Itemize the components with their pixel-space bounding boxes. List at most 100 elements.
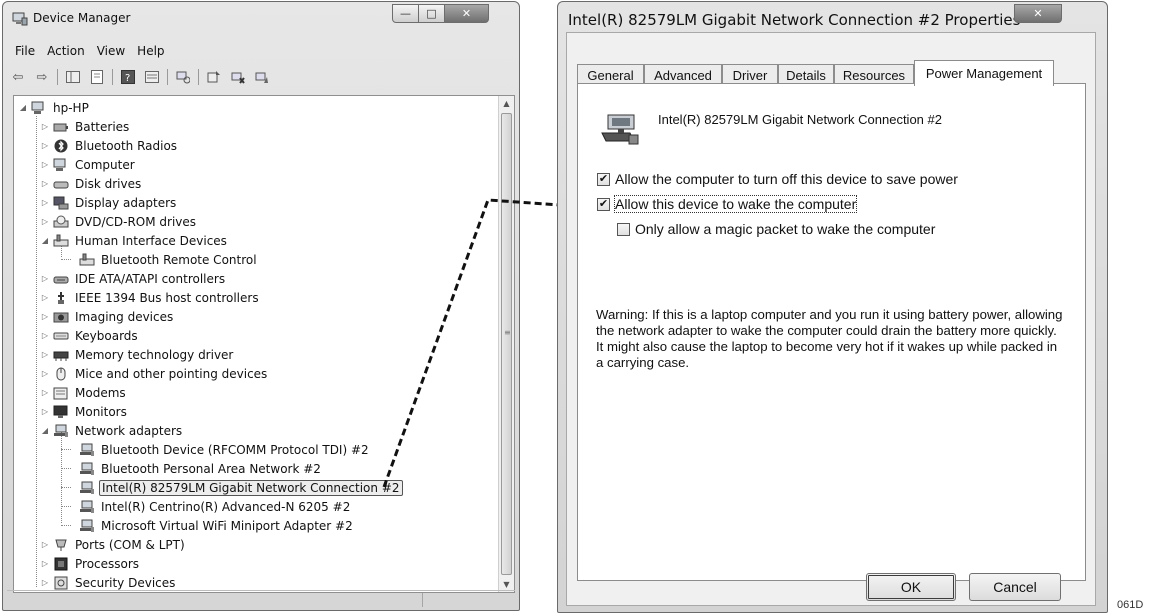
collapse-arrow-icon[interactable]: ◢ (40, 236, 50, 245)
tree-row[interactable]: ▷ Monitors (40, 402, 129, 421)
tab-power-management[interactable]: Power Management (914, 60, 1054, 86)
collapse-arrow-icon[interactable]: ◢ (18, 103, 28, 112)
tree-item-label: Mice and other pointing devices (75, 366, 268, 381)
expand-arrow-icon[interactable]: ▷ (40, 217, 50, 226)
show-hide-tree-icon[interactable] (64, 69, 82, 85)
tree-row[interactable]: ◢ Human Interface Devices (40, 231, 229, 250)
modem-icon (53, 386, 69, 400)
tree-item-label: Modems (75, 385, 126, 400)
tree-row[interactable]: ▷ Batteries (40, 117, 131, 136)
tree-row[interactable]: Microsoft Virtual WiFi Miniport Adapter … (66, 516, 355, 535)
scroll-thumb[interactable]: ≡ (501, 113, 512, 575)
tree-vertical-scrollbar[interactable]: ▲ ≡ ▼ (498, 96, 514, 592)
tree-row[interactable]: Bluetooth Device (RFCOMM Protocol TDI) #… (66, 440, 371, 459)
tree-row[interactable]: ▷ Keyboards (40, 326, 140, 345)
tree-row[interactable]: Bluetooth Remote Control (66, 250, 259, 269)
tree-row[interactable]: ▷ Memory technology driver (40, 345, 235, 364)
tree-row[interactable]: ▷ IEEE 1394 Bus host controllers (40, 288, 261, 307)
menu-action[interactable]: Action (41, 42, 91, 62)
expand-arrow-icon[interactable]: ▷ (40, 179, 50, 188)
expand-arrow-icon[interactable]: ▷ (40, 388, 50, 397)
tree-row[interactable]: ▷ IDE ATA/ATAPI controllers (40, 269, 227, 288)
maximize-button[interactable]: □ (419, 4, 445, 23)
tree-row[interactable]: ◢ hp-HP (18, 98, 91, 117)
close-icon: ✕ (1033, 7, 1043, 20)
menu-help[interactable]: Help (131, 42, 170, 62)
forward-icon[interactable]: ⇨ (33, 69, 51, 85)
help-icon[interactable]: ? (119, 69, 137, 85)
properties-page-icon[interactable] (88, 69, 106, 85)
expand-arrow-icon[interactable]: ▷ (40, 559, 50, 568)
tree-row[interactable]: ▷ Disk drives (40, 174, 143, 193)
tree-row[interactable]: Intel(R) 82579LM Gigabit Network Connect… (66, 478, 403, 497)
expand-arrow-icon[interactable]: ▷ (40, 312, 50, 321)
tab-driver[interactable]: Driver (722, 64, 778, 85)
battery-warning-text: Warning: If this is a laptop computer an… (596, 307, 1063, 370)
device-manager-titlebar[interactable]: Device Manager — □ ✕ (3, 2, 519, 34)
scroll-up-icon[interactable]: ▲ (499, 96, 514, 111)
tree-item-label: Monitors (75, 404, 127, 419)
tree-item-label: Microsoft Virtual WiFi Miniport Adapter … (101, 518, 353, 533)
tree-row[interactable]: ▷ Display adapters (40, 193, 178, 212)
tree-row[interactable]: Bluetooth Personal Area Network #2 (66, 459, 323, 478)
update-driver-icon[interactable] (205, 69, 223, 85)
tree-row[interactable]: ▷ Processors (40, 554, 141, 573)
expand-arrow-icon[interactable]: ▷ (40, 369, 50, 378)
magic-packet-label: Only allow a magic packet to wake the co… (635, 221, 936, 237)
tree-row[interactable]: ▷ DVD/CD-ROM drives (40, 212, 198, 231)
toolbar-separator (198, 69, 199, 85)
tree-line (36, 116, 37, 587)
dialog-close-button[interactable]: ✕ (1014, 4, 1062, 23)
tree-row[interactable]: ▷ Bluetooth Radios (40, 136, 179, 155)
menu-view[interactable]: View (91, 42, 131, 62)
tree-row[interactable]: ▷ Imaging devices (40, 307, 175, 326)
collapse-arrow-icon[interactable]: ◢ (40, 426, 50, 435)
tree-row[interactable]: Intel(R) Centrino(R) Advanced-N 6205 #2 (66, 497, 352, 516)
cancel-button[interactable]: Cancel (969, 573, 1061, 601)
expand-arrow-icon[interactable]: ▷ (40, 198, 50, 207)
expand-arrow-icon[interactable]: ▷ (40, 407, 50, 416)
tree-row[interactable]: ▷ Ports (COM & LPT) (40, 535, 187, 554)
tab-details[interactable]: Details (778, 64, 834, 85)
allow-turn-off-label: Allow the computer to turn off this devi… (615, 171, 958, 187)
disable-device-icon[interactable] (229, 69, 247, 85)
expand-arrow-icon[interactable]: ▷ (40, 331, 50, 340)
minimize-button[interactable]: — (392, 4, 419, 23)
magic-packet-checkbox[interactable] (617, 222, 630, 236)
toolbar-separator (167, 69, 168, 85)
tree-row[interactable]: ▷ Modems (40, 383, 128, 402)
tab-resources[interactable]: Resources (834, 64, 914, 85)
scan-hardware-icon[interactable] (174, 69, 192, 85)
expand-arrow-icon[interactable]: ▷ (40, 274, 50, 283)
ok-button[interactable]: OK (866, 573, 956, 601)
view-list-icon[interactable] (143, 69, 161, 85)
allow-wake-checkbox-row[interactable]: ✔ Allow this device to wake the computer (597, 195, 858, 213)
tree-item-label: Keyboards (75, 328, 138, 343)
toolbar-separator (112, 69, 113, 85)
allow-turn-off-checkbox[interactable]: ✔ (597, 172, 610, 186)
back-icon[interactable]: ⇦ (9, 69, 27, 85)
port-icon (53, 538, 69, 552)
network-adapter-icon (79, 519, 95, 533)
close-button[interactable]: ✕ (445, 4, 489, 23)
tree-row[interactable]: ▷ Computer (40, 155, 137, 174)
expand-arrow-icon[interactable]: ▷ (40, 141, 50, 150)
tree-item-label-selected: Intel(R) 82579LM Gigabit Network Connect… (99, 479, 403, 496)
allow-wake-checkbox[interactable]: ✔ (597, 197, 610, 211)
expand-arrow-icon[interactable]: ▷ (40, 350, 50, 359)
tree-row[interactable]: ▷ Mice and other pointing devices (40, 364, 269, 383)
battery-icon (53, 120, 69, 134)
expand-arrow-icon[interactable]: ▷ (40, 540, 50, 549)
menu-file[interactable]: File (9, 42, 41, 62)
allow-turn-off-checkbox-row[interactable]: ✔ Allow the computer to turn off this de… (597, 171, 958, 187)
tree-item-label: Bluetooth Personal Area Network #2 (101, 461, 321, 476)
magic-packet-checkbox-row[interactable]: Only allow a magic packet to wake the co… (617, 221, 935, 237)
tab-advanced[interactable]: Advanced (644, 64, 722, 85)
expand-arrow-icon[interactable]: ▷ (40, 293, 50, 302)
expand-arrow-icon[interactable]: ▷ (40, 578, 50, 587)
tree-row[interactable]: ◢ Network adapters (40, 421, 184, 440)
uninstall-device-icon[interactable] (253, 69, 271, 85)
expand-arrow-icon[interactable]: ▷ (40, 122, 50, 131)
expand-arrow-icon[interactable]: ▷ (40, 160, 50, 169)
tab-general[interactable]: General (577, 64, 644, 85)
